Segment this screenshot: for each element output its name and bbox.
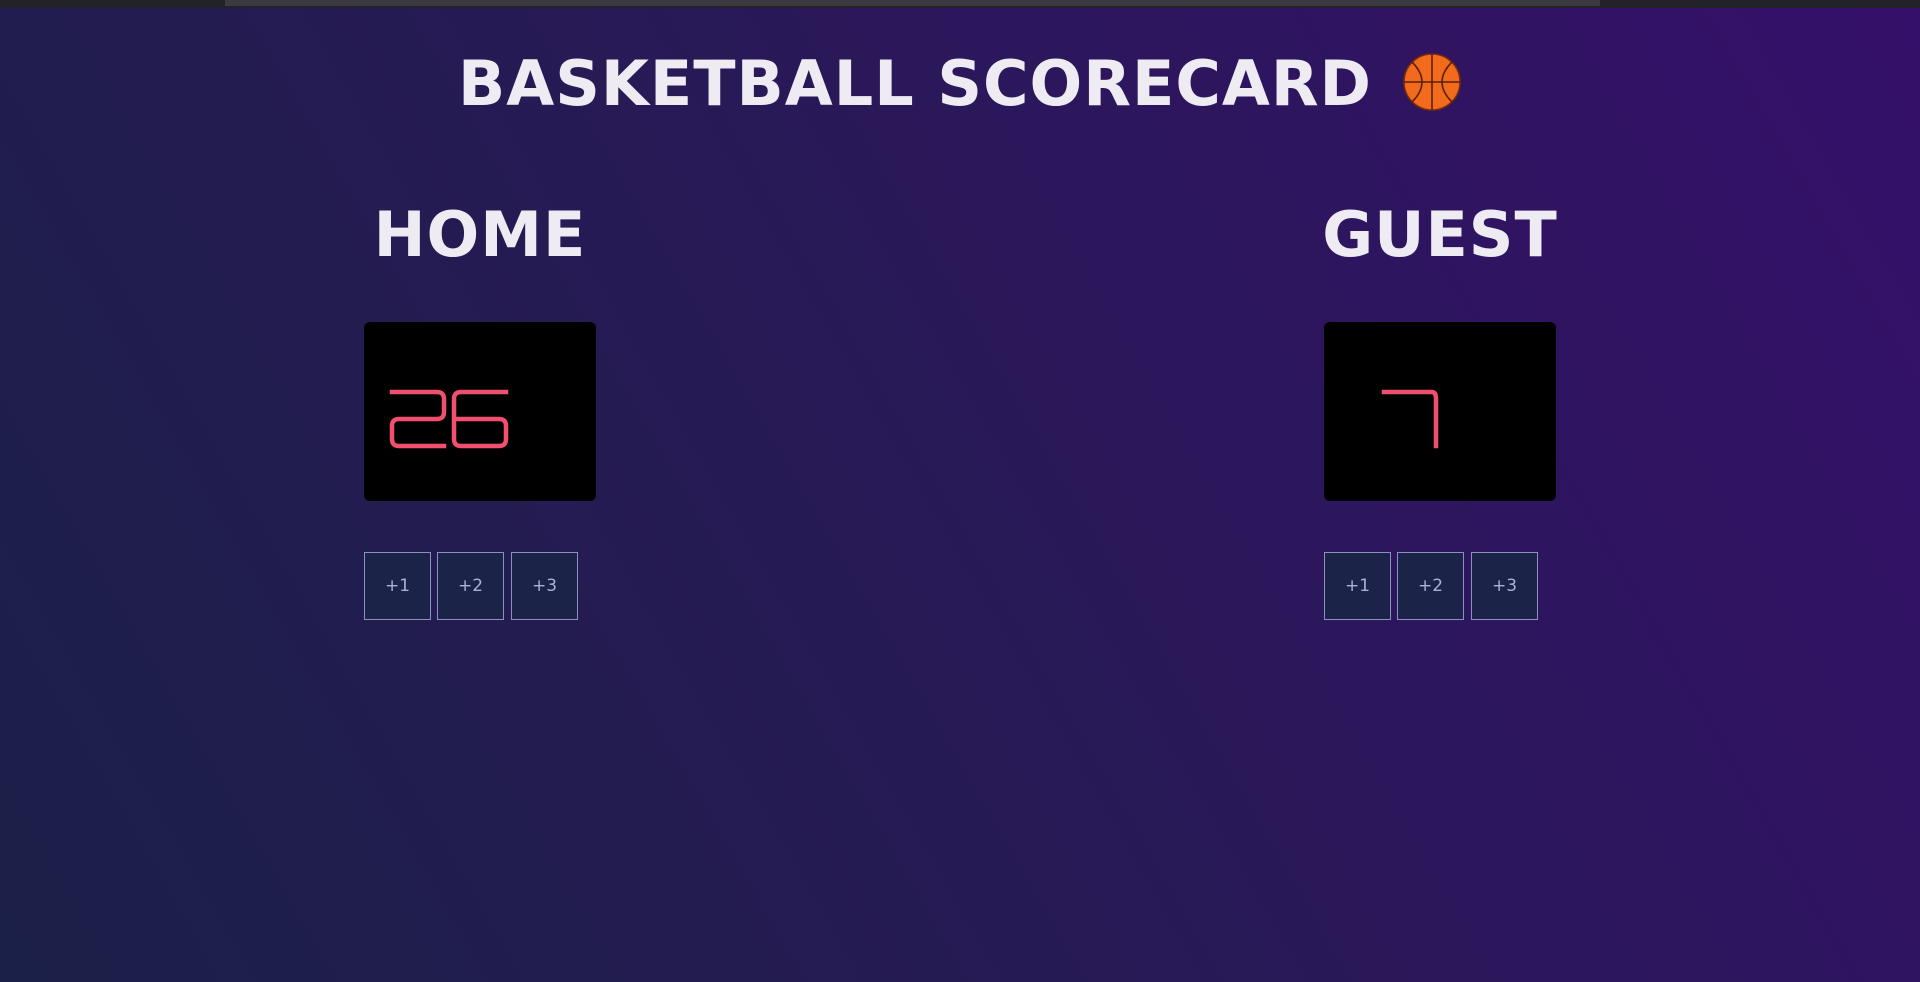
page-header: BASKETBALL SCORECARD [0, 40, 1920, 130]
guest-team-name: GUEST [1322, 198, 1558, 271]
guest-score-digit [1381, 389, 1439, 449]
home-add-2-button[interactable]: +2 [437, 552, 504, 620]
home-score-digit [451, 389, 509, 449]
guest-score-digits [1381, 389, 1439, 449]
home-team-panel: HOME 26 +1 +2 +3 [364, 195, 596, 620]
home-score-digit [389, 389, 447, 449]
guest-add-2-button[interactable]: +2 [1397, 552, 1464, 620]
home-score-digits [389, 389, 509, 449]
home-add-3-button[interactable]: +3 [511, 552, 578, 620]
guest-score-display: 7 [1324, 322, 1556, 501]
guest-add-3-button[interactable]: +3 [1471, 552, 1538, 620]
browser-top-bar [0, 0, 1920, 8]
page-title: BASKETBALL SCORECARD [457, 47, 1373, 120]
guest-add-1-button[interactable]: +1 [1324, 552, 1391, 620]
guest-team-panel: GUEST 7 +1 +2 +3 [1322, 195, 1557, 620]
home-score-display: 26 [364, 322, 596, 501]
basketball-icon [1402, 52, 1462, 112]
browser-tab-strip [225, 0, 1600, 6]
home-add-1-button[interactable]: +1 [364, 552, 431, 620]
home-team-name: HOME [373, 198, 587, 271]
